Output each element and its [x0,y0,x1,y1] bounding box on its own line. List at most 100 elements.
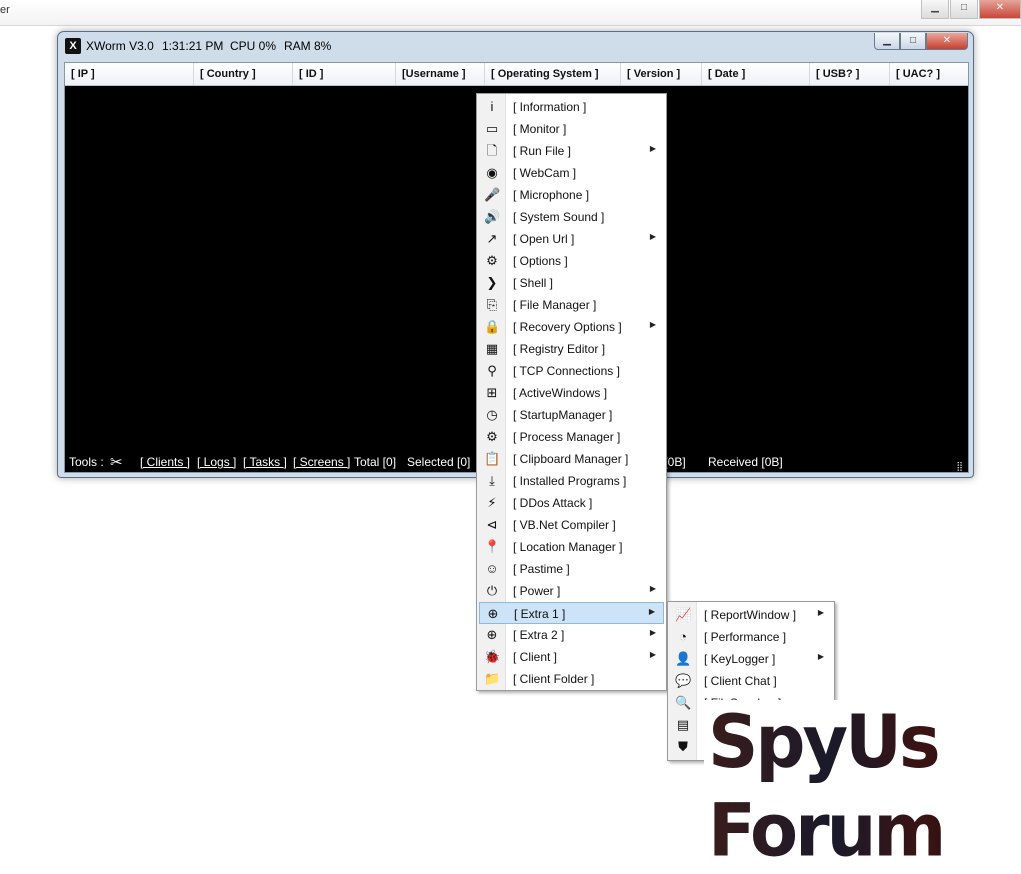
menu-item-label: [ Recovery Options ] [513,320,622,334]
network-icon: ⚲ [487,363,497,378]
menu-item-label: [ Extra 1 ] [514,607,566,621]
background-window-text: er [0,4,10,16]
menu-item-ddos-attack[interactable]: ⚡ [ DDos Attack ] [479,492,664,514]
report-icon: 📈 [675,607,692,622]
column-header-usb[interactable]: [ USB? ] [810,63,890,85]
column-header-version[interactable]: [ Version ] [621,63,702,85]
tasks-link[interactable]: [ Tasks ] [243,455,287,469]
submenu-item-performance[interactable]: ◔ [ Performance ] [670,626,832,648]
menu-item-recovery-options[interactable]: 🔒 [ Recovery Options ] ▶ [479,316,664,338]
menu-item-label: [ Installed Programs ] [513,474,627,488]
menu-item-label: [ Clipboard Manager ] [513,452,629,466]
terminal-icon: ❯ [486,275,498,290]
cog-icon: ⚙ [486,429,498,444]
clock-icon: ◷ [486,407,498,422]
ram-usage: RAM 8% [284,39,332,53]
message-icon: ▤ [676,717,690,732]
menu-item-label: [ Open Url ] [513,232,575,246]
menu-item-activewindows[interactable]: ⊞ [ ActiveWindows ] [479,382,664,404]
column-header-row: [ IP ] [ Country ] [ ID ] [Username ] [ … [65,63,968,86]
screens-link[interactable]: [ Screens ] [293,455,350,469]
minimize-button[interactable]: ▁ [874,33,900,50]
menu-item-process-manager[interactable]: ⚙ [ Process Manager ] [479,426,664,448]
menu-item-options[interactable]: ⚙ [ Options ] [479,250,664,272]
resize-grip[interactable]: ⣿ [956,461,963,472]
menu-item-label: [ DDos Attack ] [513,496,593,510]
tools-icon[interactable]: ✂ [110,453,123,471]
column-header-id[interactable]: [ ID ] [293,63,396,85]
chat-icon: 💬 [675,673,692,688]
clipboard-icon: 📋 [484,451,501,466]
gear-icon: ⚙ [486,253,498,268]
cpu-usage: CPU 0% [230,39,277,53]
menu-item-extra-1[interactable]: ⊕ [ Extra 1 ] ▶ [479,602,664,624]
menu-item-open-url[interactable]: ↗ [ Open Url ] ▶ [479,228,664,250]
menu-item-installed-programs[interactable]: ⤓ [ Installed Programs ] [479,470,664,492]
submenu-arrow-icon: ▶ [649,320,656,329]
menu-item-extra-2[interactable]: ⊕ [ Extra 2 ] ▶ [479,624,664,646]
column-header-username[interactable]: [Username ] [396,63,485,85]
menu-item-file-manager[interactable]: ⎘ [ File Manager ] [479,294,664,316]
received-bytes: Received [0B] [708,455,783,469]
menu-item-location-manager[interactable]: 📍 [ Location Manager ] [479,536,664,558]
column-header-country[interactable]: [ Country ] [194,63,293,85]
app-title: XWorm V3.0 [86,39,154,53]
menu-item-startupmanager[interactable]: ◷ [ StartupManager ] [479,404,664,426]
info-icon: i [490,99,494,114]
speaker-icon: 🔊 [484,209,501,224]
menu-item-power[interactable]: ⏻ [ Power ] ▶ [479,580,664,602]
menu-item-label: [ Options ] [513,254,568,268]
menu-item-microphone[interactable]: 🎤 [ Microphone ] [479,184,664,206]
map-pin-icon: 📍 [484,539,501,554]
plus-circle-icon: ⊕ [486,627,498,642]
menu-item-webcam[interactable]: ◉ [ WebCam ] [479,162,664,184]
menu-item-label: [ ActiveWindows ] [513,386,608,400]
menu-item-vb-net-compiler[interactable]: ⊲ [ VB.Net Compiler ] [479,514,664,536]
lock-icon: 🔒 [484,319,501,334]
menu-item-label: [ WebCam ] [513,166,577,180]
menu-item-label: [ Process Manager ] [513,430,621,444]
watermark: SpyUs Forum [704,699,1016,873]
app-icon: X [65,38,81,54]
menu-item-run-file[interactable]: 🗋 [ Run File ] ▶ [479,140,664,162]
submenu-item-client-chat[interactable]: 💬 [ Client Chat ] [670,670,832,692]
tools-label: Tools : [69,455,104,469]
background-maximize-button[interactable]: □ [950,0,978,19]
column-header-os[interactable]: [ Operating System ] [485,63,621,85]
column-header-date[interactable]: [ Date ] [702,63,810,85]
menu-item-label: [ Client ] [513,650,558,664]
watermark-text: SpyUs Forum [708,698,1016,874]
menu-item-pastime[interactable]: ☺ [ Pastime ] [479,558,664,580]
webcam-icon: ◉ [486,165,498,180]
plus-circle-icon: ⊕ [487,606,499,621]
menu-item-system-sound[interactable]: 🔊 [ System Sound ] [479,206,664,228]
menu-item-monitor[interactable]: ▭ [ Monitor ] [479,118,664,140]
menu-item-information[interactable]: i [ Information ] [479,96,664,118]
menu-item-client-folder[interactable]: 📁 [ Client Folder ] [479,668,664,690]
submenu-item-reportwindow[interactable]: 📈 [ ReportWindow ] ▶ [670,604,832,626]
menu-item-shell[interactable]: ❯ [ Shell ] [479,272,664,294]
clients-link[interactable]: [ Clients ] [140,455,190,469]
monitor-icon: ▭ [485,121,499,136]
menu-item-label: [ KeyLogger ] [704,652,776,666]
background-minimize-button[interactable]: ▁ [921,0,949,19]
submenu-arrow-icon: ▶ [817,608,824,617]
menu-item-registry-editor[interactable]: ▦ [ Registry Editor ] [479,338,664,360]
maximize-button[interactable]: □ [900,33,926,50]
menu-item-clipboard-manager[interactable]: 📋 [ Clipboard Manager ] [479,448,664,470]
logs-link[interactable]: [ Logs ] [197,455,236,469]
download-icon: ⤓ [489,473,495,488]
menu-item-tcp-connections[interactable]: ⚲ [ TCP Connections ] [479,360,664,382]
column-header-ip[interactable]: [ IP ] [65,63,194,85]
submenu-arrow-icon: ▶ [649,628,656,637]
column-header-uac[interactable]: [ UAC? ] [890,63,968,85]
menu-item-label: [ VB.Net Compiler ] [513,518,616,532]
search-icon: 🔍 [675,695,692,710]
title-bar[interactable]: X XWorm V3.0 1:31:21 PM CPU 0% RAM 8% ▁ … [58,32,973,60]
menu-item-client[interactable]: 🐞 [ Client ] ▶ [479,646,664,668]
submenu-item-keylogger[interactable]: 👤 [ KeyLogger ] ▶ [670,648,832,670]
background-window-strip: er ▁ □ ✕ [0,0,1021,26]
submenu-arrow-icon: ▶ [649,650,656,659]
close-button[interactable]: ✕ [926,33,968,50]
background-close-button[interactable]: ✕ [979,0,1021,19]
